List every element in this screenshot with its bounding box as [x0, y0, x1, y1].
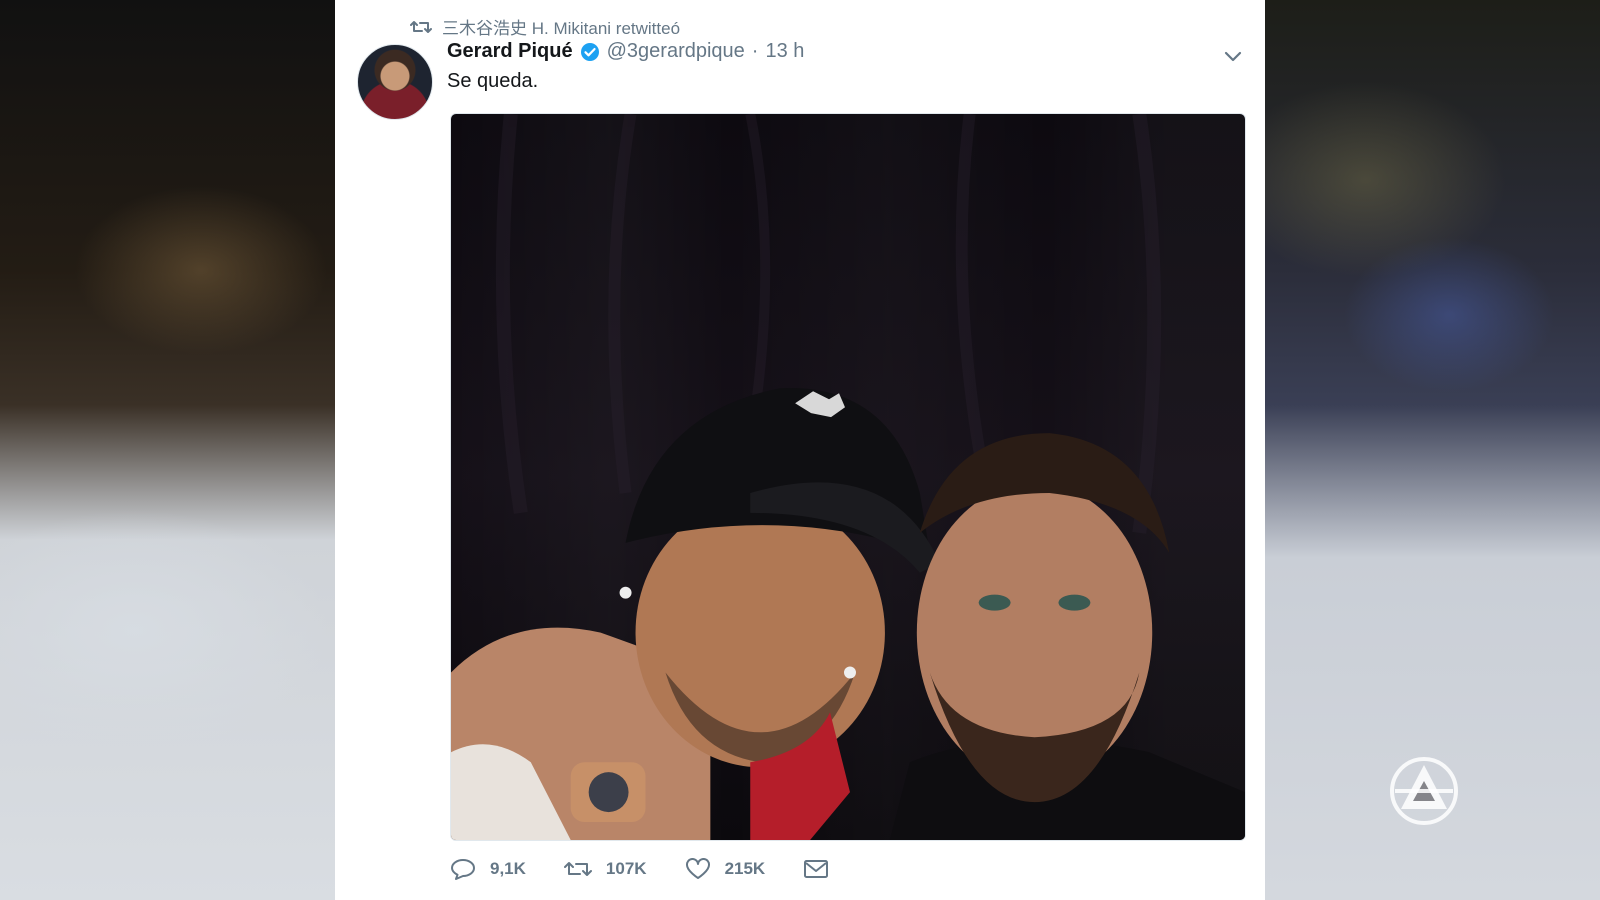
- reply-icon: [450, 858, 476, 880]
- retweet-button[interactable]: 107K: [563, 859, 647, 879]
- like-button[interactable]: 215K: [685, 858, 766, 880]
- tweet-photo[interactable]: [450, 113, 1246, 841]
- tweet-header: Gerard Piqué @3gerardpique · 13 h: [447, 40, 804, 63]
- reply-count: 9,1K: [490, 859, 526, 878]
- author-name[interactable]: Gerard Piqué: [447, 40, 573, 63]
- author-handle[interactable]: @3gerardpique: [607, 40, 745, 63]
- heart-icon: [685, 858, 711, 880]
- tweet-card[interactable]: 三木谷浩史 H. Mikitani retwitteó Gerard Piqué…: [335, 0, 1265, 900]
- screen: 三木谷浩史 H. Mikitani retwitteó Gerard Piqué…: [0, 0, 1600, 900]
- reply-button[interactable]: 9,1K: [450, 858, 526, 880]
- retweet-icon: [563, 859, 592, 879]
- verified-badge-icon: [580, 42, 600, 62]
- tweet-text: Se queda.: [447, 70, 539, 92]
- retweet-icon: [410, 19, 432, 35]
- retweet-context-text[interactable]: 三木谷浩史 H. Mikitani retwitteó: [442, 14, 680, 39]
- tweet-actions: 9,1K 107K 215K: [450, 858, 867, 880]
- retweet-count: 107K: [605, 859, 647, 878]
- separator-dot: ·: [751, 40, 759, 62]
- antena3-logo: [1385, 755, 1463, 827]
- like-count: 215K: [724, 859, 766, 878]
- envelope-icon: [803, 859, 829, 879]
- direct-message-button[interactable]: [803, 859, 829, 879]
- blurred-background-left: [0, 0, 335, 900]
- timestamp[interactable]: 13 h: [765, 40, 804, 63]
- chevron-down-icon[interactable]: [1221, 44, 1245, 68]
- avatar[interactable]: [357, 44, 433, 120]
- retweet-context: 三木谷浩史 H. Mikitani retwitteó: [410, 14, 680, 39]
- photo-illustration: [451, 114, 1245, 840]
